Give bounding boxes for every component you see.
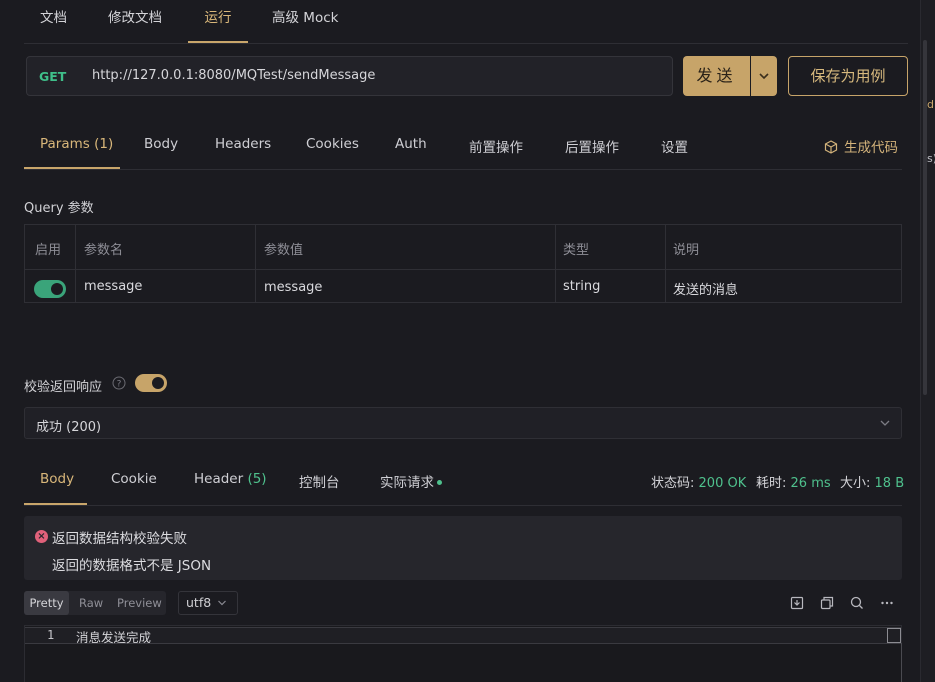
- gutter-fragment: s): [927, 152, 935, 165]
- response-tab-header-count: (5): [247, 471, 267, 487]
- download-icon[interactable]: [789, 595, 805, 611]
- status-code-value: 200 OK: [698, 476, 747, 491]
- response-tab-actual-request[interactable]: 实际请求: [380, 471, 442, 491]
- chevron-down-icon: [218, 600, 226, 606]
- tab-docs[interactable]: 文档: [40, 0, 67, 43]
- help-icon[interactable]: ?: [112, 376, 126, 390]
- validate-response-label: 校验返回响应: [24, 380, 103, 395]
- param-enabled-toggle[interactable]: [34, 280, 66, 298]
- format-raw-button[interactable]: Raw: [79, 591, 103, 615]
- cube-icon: [824, 140, 838, 154]
- error-icon: ×: [35, 530, 48, 543]
- gutter-fragment: d: [927, 98, 934, 111]
- format-pretty-button[interactable]: Pretty: [24, 591, 69, 615]
- table-header-row: [25, 225, 901, 270]
- response-tab-header-label: Header: [194, 471, 244, 487]
- response-body-editor[interactable]: 1 消息发送完成: [24, 625, 902, 682]
- code-line[interactable]: 消息发送完成: [76, 627, 151, 646]
- response-tab-body[interactable]: Body: [40, 471, 74, 487]
- scrollbar[interactable]: [923, 40, 927, 395]
- search-icon[interactable]: [849, 595, 865, 611]
- tab-auth[interactable]: Auth: [395, 136, 427, 152]
- encoding-value: utf8: [186, 595, 212, 610]
- generate-code-button[interactable]: 生成代码: [824, 136, 898, 156]
- save-as-case-button[interactable]: 保存为用例: [788, 56, 908, 96]
- response-time-label: 耗时:: [756, 476, 787, 491]
- response-tab-actual-request-label: 实际请求: [380, 475, 434, 491]
- send-dropdown-button[interactable]: [751, 56, 777, 96]
- error-message: 返回的数据格式不是 JSON: [52, 558, 212, 574]
- param-name-cell[interactable]: message: [84, 279, 142, 294]
- format-mode-switch: Pretty Raw Preview: [24, 591, 166, 615]
- error-title: 返回数据结构校验失败: [52, 531, 187, 547]
- more-icon[interactable]: [879, 595, 895, 611]
- response-tabs-divider: [24, 505, 902, 506]
- encoding-select[interactable]: utf8: [178, 591, 238, 615]
- validate-response-toggle[interactable]: [135, 374, 167, 392]
- response-time: 耗时: 26 ms: [756, 472, 831, 491]
- query-params-table: 启用 参数名 参数值 类型 说明 message message string …: [24, 224, 902, 303]
- response-tab-console[interactable]: 控制台: [299, 471, 340, 491]
- method-label[interactable]: GET: [39, 69, 66, 84]
- column-header-name: 参数名: [84, 243, 124, 258]
- response-tab-header[interactable]: Header (5): [194, 471, 267, 487]
- url-bar[interactable]: GET http://127.0.0.1:8080/MQTest/sendMes…: [26, 56, 673, 96]
- request-tabs-divider: [24, 169, 902, 170]
- minimap-slider[interactable]: [887, 628, 901, 643]
- response-size-value: 18 B: [874, 476, 905, 491]
- response-select[interactable]: 成功 (200): [24, 407, 902, 439]
- current-line-highlight: [25, 627, 901, 644]
- tab-params-count: (1): [94, 136, 114, 152]
- column-header-enabled: 启用: [35, 243, 62, 258]
- tab-headers[interactable]: Headers: [215, 136, 271, 152]
- column-header-description: 说明: [673, 243, 700, 258]
- tab-body[interactable]: Body: [144, 136, 178, 152]
- top-tabs-divider: [24, 43, 908, 44]
- response-size-label: 大小:: [840, 476, 871, 491]
- tab-run[interactable]: 运行: [188, 0, 248, 43]
- status-code: 状态码: 200 OK: [651, 472, 746, 491]
- line-number: 1: [47, 628, 55, 642]
- tab-settings[interactable]: 设置: [661, 136, 688, 156]
- validation-error-box: × 返回数据结构校验失败 返回的数据格式不是 JSON: [24, 516, 902, 580]
- status-dot-icon: [437, 480, 442, 485]
- editor-scroll-track[interactable]: [901, 643, 902, 682]
- tab-cookies[interactable]: Cookies: [306, 136, 359, 152]
- url-input[interactable]: http://127.0.0.1:8080/MQTest/sendMessage: [92, 68, 375, 83]
- generate-code-label: 生成代码: [844, 140, 898, 156]
- param-value-cell[interactable]: message: [264, 280, 322, 295]
- status-code-label: 状态码:: [651, 476, 695, 491]
- response-time-value: 26 ms: [790, 476, 831, 491]
- chevron-down-icon: [880, 420, 890, 426]
- tab-edit-docs[interactable]: 修改文档: [108, 0, 162, 43]
- tab-params[interactable]: Params (1): [40, 136, 113, 152]
- send-button[interactable]: 发送: [683, 56, 750, 96]
- copy-icon[interactable]: [819, 595, 835, 611]
- response-size: 大小: 18 B: [840, 472, 904, 491]
- tab-params-label: Params: [40, 136, 90, 152]
- response-select-value: 成功 (200): [36, 420, 102, 435]
- svg-text:?: ?: [117, 380, 122, 390]
- chevron-down-icon: [759, 73, 769, 80]
- param-description-cell[interactable]: 发送的消息: [673, 279, 738, 298]
- column-header-value: 参数值: [264, 243, 304, 258]
- format-preview-button[interactable]: Preview: [117, 591, 162, 615]
- tab-advanced-mock[interactable]: 高级 Mock: [272, 0, 338, 43]
- tab-post-actions[interactable]: 后置操作: [565, 136, 619, 156]
- query-section-title: Query 参数: [24, 201, 94, 216]
- tab-pre-actions[interactable]: 前置操作: [469, 136, 523, 156]
- param-type-cell[interactable]: string: [563, 279, 600, 294]
- side-gutter: d s): [920, 0, 935, 682]
- response-tab-cookie[interactable]: Cookie: [111, 471, 157, 487]
- column-header-type: 类型: [563, 243, 590, 258]
